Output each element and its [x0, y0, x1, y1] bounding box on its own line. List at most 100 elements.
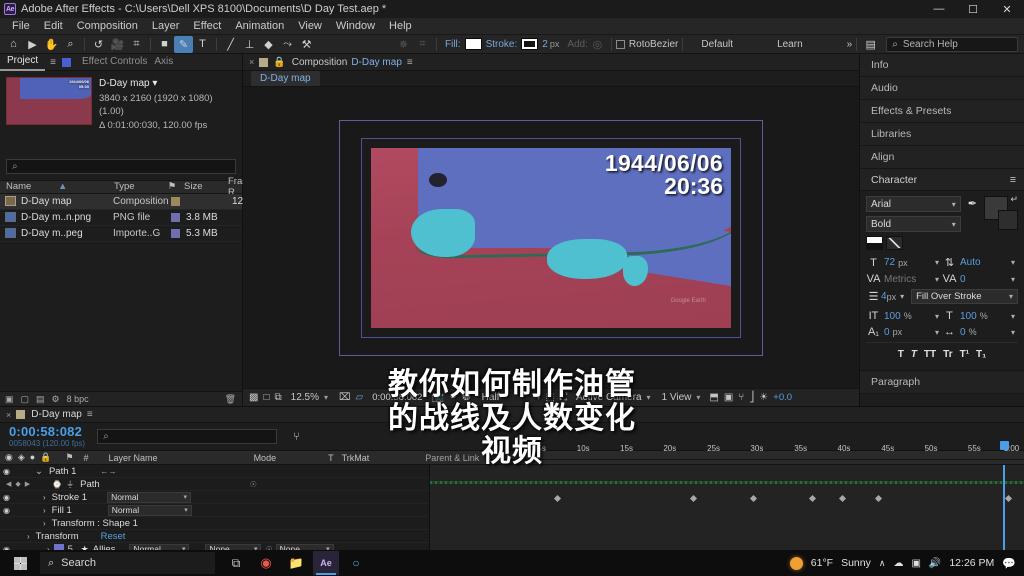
character-menu-icon[interactable]: ≡ — [1010, 174, 1016, 186]
menu-view[interactable]: View — [291, 18, 329, 35]
fill-swatch[interactable] — [464, 38, 482, 50]
weather-sunny-icon[interactable] — [789, 556, 803, 570]
leading-chevron-down-icon[interactable]: ▾ — [1011, 258, 1018, 267]
roto-brush-tool[interactable]: ⤳ — [278, 36, 297, 53]
weather-description[interactable]: Sunny — [841, 557, 871, 569]
text-color-controls[interactable]: ↵ — [984, 194, 1018, 230]
keyframe-marker[interactable] — [809, 494, 817, 503]
color-depth-label[interactable]: 8 bpc — [67, 394, 89, 404]
rotobezier-checkbox[interactable] — [615, 39, 625, 49]
keyframe-marker[interactable] — [874, 494, 882, 503]
composition-tab-name[interactable]: D-Day map — [351, 57, 402, 68]
kerning-chevron-down-icon[interactable]: ▾ — [935, 275, 942, 284]
camera-tool[interactable]: 🎥 — [108, 36, 127, 53]
file-explorer-icon[interactable]: 📁 — [283, 551, 309, 575]
composition-menu-icon[interactable]: ≡ — [407, 57, 413, 68]
keyframe-marker-icon[interactable]: ◆ — [15, 480, 20, 488]
panel-audio[interactable]: Audio — [860, 77, 1024, 100]
path-keyframe-band[interactable] — [430, 481, 1024, 484]
audio-icon[interactable]: ◈ — [18, 452, 25, 463]
background-color-swatch[interactable] — [998, 210, 1018, 230]
edge-icon[interactable]: ○ — [343, 551, 369, 575]
fill-color-swatch[interactable] — [866, 236, 883, 250]
solo-icon[interactable]: ● — [30, 452, 35, 463]
subscript-button[interactable]: T₁ — [976, 349, 986, 360]
tray-expand-chevron-icon[interactable]: ∧ — [879, 558, 886, 569]
exposure-reset-icon[interactable]: ☀ — [759, 392, 768, 403]
keyframe-marker[interactable] — [838, 494, 846, 503]
baseline-shift-chevron-down-icon[interactable]: ▾ — [935, 328, 942, 337]
exposure-value[interactable]: +0.0 — [773, 392, 792, 403]
menu-composition[interactable]: Composition — [70, 18, 145, 35]
panel-align[interactable]: Align — [860, 146, 1024, 169]
chevron-down-icon[interactable]: ▾ — [152, 78, 157, 89]
menu-help[interactable]: Help — [382, 18, 419, 35]
project-search-input[interactable]: ⌕ — [6, 158, 236, 174]
puppet-pin-tool[interactable]: ⚒ — [297, 36, 316, 53]
blend-mode-select[interactable]: Normal ▾ — [107, 491, 192, 503]
no-stroke-swatch[interactable] — [886, 236, 903, 250]
baseline-shift-value[interactable]: 0 — [884, 327, 890, 338]
resolution-value[interactable]: Half — [482, 392, 500, 403]
interpret-footage-icon[interactable]: ▣ — [5, 394, 14, 405]
project-settings-icon[interactable]: ⚙ — [52, 394, 60, 405]
lock-icon[interactable]: 🔒 — [40, 452, 51, 463]
vertical-scale-chevron-down-icon[interactable]: ▾ — [935, 312, 942, 321]
taskview-icon[interactable]: ⧉ — [223, 551, 249, 575]
timeline-search-input[interactable]: ⌕ — [97, 429, 278, 444]
onedrive-icon[interactable]: ☁ — [893, 558, 903, 569]
playhead-line[interactable] — [1003, 465, 1006, 562]
composition-frame[interactable]: Google Earth 1944/06/06 20:36 — [361, 137, 741, 338]
expand-triangle-icon[interactable]: ⌄ — [35, 466, 43, 477]
stroke-swatch[interactable] — [521, 38, 539, 50]
taskbar-search-input[interactable]: ⌕ Search — [40, 552, 215, 574]
tab-axis[interactable]: Axis — [154, 54, 180, 70]
close-button[interactable]: ✕ — [990, 0, 1024, 18]
vertical-scale-value[interactable]: 100 — [884, 311, 901, 322]
tracking-chevron-down-icon[interactable]: ▾ — [1011, 275, 1018, 284]
toggle-view-masks-icon[interactable]: □ — [263, 392, 269, 403]
expand-triangle-icon[interactable]: › — [43, 519, 46, 528]
3d-renderer-icon[interactable]: ⬚ — [545, 392, 554, 403]
menu-edit[interactable]: Edit — [37, 18, 70, 35]
asset-row-composition[interactable]: D-Day map Composition 120 — [0, 193, 249, 210]
camera-chevron-down-icon[interactable]: ▾ — [647, 393, 651, 402]
lock-icon[interactable]: 🔒 — [273, 57, 285, 68]
panel-info[interactable]: Info — [860, 54, 1024, 77]
keyframe-marker[interactable] — [553, 494, 561, 503]
close-icon[interactable]: × — [249, 57, 254, 67]
composition-name[interactable]: D-Day map ▾ — [99, 77, 236, 92]
mode-column[interactable]: Mode — [254, 453, 277, 463]
composition-mini-flowchart-icon[interactable]: ⑂ — [293, 431, 300, 443]
swap-colors-icon[interactable]: ↵ — [1010, 194, 1018, 205]
shape-tool[interactable]: ■ — [155, 36, 174, 53]
workspace-default[interactable]: Default — [701, 39, 733, 50]
magnification-value[interactable]: 12.5% — [291, 392, 319, 403]
grid-icon[interactable]: ⌗ — [413, 36, 432, 53]
keyframe-marker[interactable] — [749, 494, 757, 503]
font-family-select[interactable]: Arial ▾ — [866, 196, 961, 212]
column-type[interactable]: Type — [108, 181, 166, 192]
table-row[interactable]: › Transform Reset — [0, 530, 429, 543]
table-row[interactable]: ◉ › Stroke 1 Normal ▾ — [0, 491, 429, 504]
timeline-graph-area[interactable] — [430, 465, 1024, 562]
project-menu-icon[interactable]: ≡ — [50, 57, 56, 68]
expand-triangle-icon[interactable]: › — [43, 506, 46, 515]
eraser-tool[interactable]: ◆ — [259, 36, 278, 53]
path-direction-icon[interactable]: ←→ — [100, 467, 116, 476]
eyedropper-icon[interactable]: ✒ — [968, 197, 977, 210]
expand-triangle-icon[interactable]: › — [27, 532, 30, 541]
font-style-select[interactable]: Bold ▾ — [866, 216, 961, 232]
keyframe-marker[interactable] — [690, 494, 698, 503]
clone-stamp-tool[interactable]: ⊥ — [240, 36, 259, 53]
fill-stroke-order-select[interactable]: Fill Over Stroke ▾ — [911, 289, 1018, 304]
superscript-button[interactable]: T¹ — [960, 349, 969, 360]
fast-previews-icon[interactable]: ⛶ — [560, 392, 567, 403]
table-row[interactable]: › Transform : Shape 1 — [0, 517, 429, 530]
column-name[interactable]: Name ▲ — [0, 181, 108, 192]
rotation-tool[interactable]: ↺ — [89, 36, 108, 53]
toggle-transparency-grid-icon[interactable]: ▩ — [249, 392, 258, 403]
pen-tool[interactable]: ✎ — [174, 35, 193, 53]
workspace-overflow-button[interactable]: » — [847, 39, 853, 50]
kerning-value[interactable]: Metrics — [884, 274, 916, 285]
